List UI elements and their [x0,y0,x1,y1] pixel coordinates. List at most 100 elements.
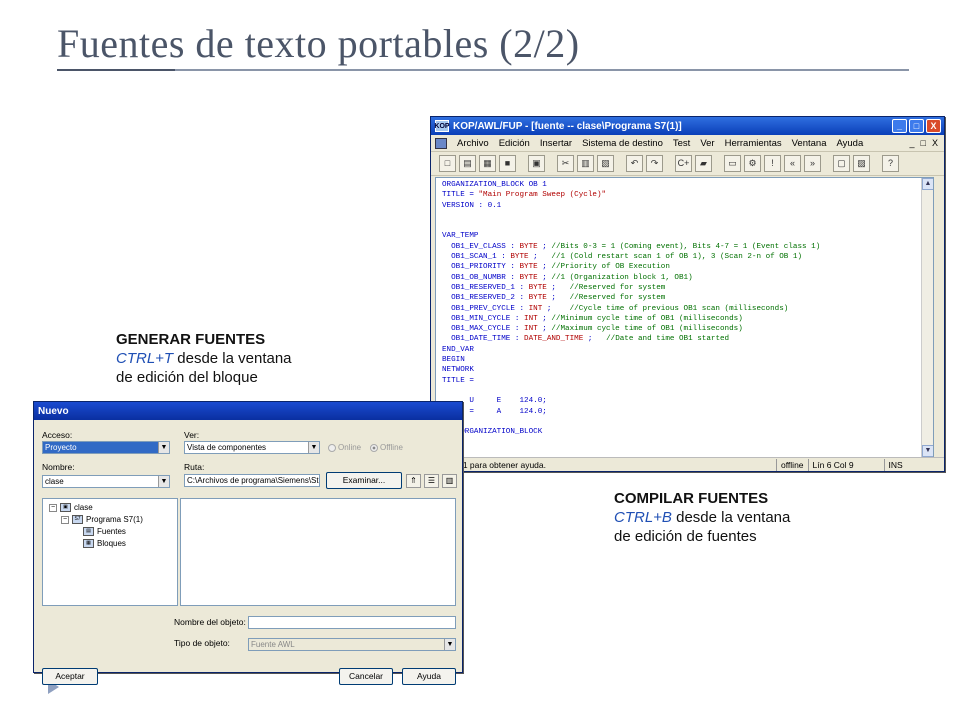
doc-minimize-button[interactable]: _ [910,138,915,148]
code-line: OB1_EV_CLASS : BYTE ; //Bits 0-3 = 1 (Co… [442,242,933,252]
project-tree[interactable]: − ▣ clase − S7 Programa S7(1) ▤ Fuentes … [42,498,178,606]
maximize-button[interactable]: □ [909,119,924,133]
code-line: OB1_SCAN_1 : BYTE ; //1 (Cold restart sc… [442,252,933,262]
menu-edicion[interactable]: Edición [499,138,530,149]
menu-ayuda[interactable]: Ayuda [836,138,863,149]
ruta-field[interactable]: C:\Archivos de programa\Siemens\Ste [184,474,320,487]
document-icon[interactable] [435,137,447,149]
offline-label: Offline [380,443,403,452]
compile-icon[interactable]: C+ [675,155,692,172]
find-icon[interactable]: ▦ [479,155,496,172]
skip-icon[interactable]: ! [764,155,781,172]
nombre-objeto-label: Nombre del objeto: [174,617,246,627]
tree-item-fuentes[interactable]: ▤ Fuentes [83,527,126,536]
ver-label: Ver: [184,430,200,440]
close-button[interactable]: X [926,119,941,133]
menu-ver[interactable]: Ver [700,138,714,149]
chevron-down-icon[interactable]: ▼ [158,476,169,487]
details-view-icon[interactable]: ▥ [442,474,457,488]
minimize-button[interactable]: _ [892,119,907,133]
redo-icon[interactable]: ↷ [646,155,663,172]
collapse-icon[interactable]: − [61,515,69,524]
help-icon[interactable]: ? [882,155,899,172]
tree-label: Bloques [97,539,126,548]
cancelar-button[interactable]: Cancelar [339,668,393,685]
dialog-titlebar[interactable]: Nuevo [34,402,462,420]
code-token: VERSION : 0.1 [442,201,502,210]
open-icon[interactable]: ▤ [459,155,476,172]
caption-text: de edición de fuentes [614,528,757,545]
online-radio[interactable]: Online [328,443,361,452]
prev-icon[interactable]: « [784,155,801,172]
caption-heading: GENERAR FUENTES [116,331,266,348]
doc-close-button[interactable]: X [932,138,938,148]
chevron-down-icon[interactable]: ▼ [308,442,319,453]
vertical-scrollbar[interactable]: ▲ ▼ [921,178,933,457]
code-token: INT [524,314,538,323]
code-token: //Bits 0-3 = 1 (Coming event), Bits 4-7 … [551,242,821,251]
offline-radio[interactable]: Offline [370,443,403,452]
menu-archivo[interactable]: Archivo [457,138,489,149]
tree-label: Programa S7(1) [86,515,143,524]
undo-icon[interactable]: ↶ [626,155,643,172]
menu-sistema-de-destino[interactable]: Sistema de destino [582,138,663,149]
nombre-select[interactable]: clase ▼ [42,475,170,488]
tipo-objeto-select[interactable]: Fuente AWL ▼ [248,638,456,651]
code-token: TITLE = [442,376,474,385]
tree-label: Fuentes [97,527,126,536]
monitor-icon[interactable]: ⚙ [744,155,761,172]
source-code: ORGANIZATION_BLOCK OB 1 TITLE = "Main Pro… [436,178,933,437]
tree-item-programa[interactable]: − S7 Programa S7(1) [61,515,143,524]
chevron-down-icon[interactable]: ▼ [444,639,455,650]
save-icon[interactable]: ■ [499,155,516,172]
download-icon[interactable]: ▰ [695,155,712,172]
menu-ventana[interactable]: Ventana [792,138,827,149]
block-icon[interactable]: ▭ [724,155,741,172]
examinar-button[interactable]: Examinar... [326,472,402,489]
code-token: BYTE [519,242,538,251]
editor-titlebar[interactable]: KOP KOP/AWL/FUP - [fuente -- clase\Progr… [431,117,944,135]
status-help: Pulse F1 para obtener ayuda. [434,459,546,470]
copy-icon[interactable]: ▥ [577,155,594,172]
nombre-objeto-input[interactable] [248,616,456,629]
aceptar-button[interactable]: Aceptar [42,668,98,685]
tree-item-clase[interactable]: − ▣ clase [49,503,93,512]
ayuda-button[interactable]: Ayuda [402,668,456,685]
list-view-icon[interactable]: ☰ [424,474,439,488]
radio-checked-icon [370,443,378,452]
view2-icon[interactable]: ▨ [853,155,870,172]
menu-insertar[interactable]: Insertar [540,138,572,149]
acceso-select[interactable]: Proyecto ▼ [42,441,170,454]
code-line: ORGANIZATION_BLOCK OB 1 [442,180,933,190]
status-insert: INS [883,458,907,471]
scroll-up-icon[interactable]: ▲ [922,178,933,190]
tree-item-bloques[interactable]: ▦ Bloques [83,539,126,548]
code-line: BEGIN [442,355,933,365]
menu-herramientas[interactable]: Herramientas [725,138,782,149]
caption-heading: COMPILAR FUENTES [614,490,769,507]
doc-restore-button[interactable]: □ [921,138,926,148]
s7-program-icon: S7 [72,515,83,524]
content-list[interactable] [180,498,456,606]
code-line: OB1_PRIORITY : BYTE ; //Priority of OB E… [442,262,933,272]
collapse-icon[interactable]: − [49,503,57,512]
scroll-down-icon[interactable]: ▼ [922,445,933,457]
code-token: OB1_OB_NUMBR : [442,273,520,282]
code-token: ; [537,242,552,251]
menu-test[interactable]: Test [673,138,690,149]
folder-up-icon[interactable]: ⇑ [406,474,421,488]
ver-select[interactable]: Vista de componentes ▼ [184,441,320,454]
code-token: BEGIN [442,356,465,365]
cut-icon[interactable]: ✂ [557,155,574,172]
chevron-down-icon[interactable]: ▼ [158,442,169,453]
code-token: INT [524,325,538,334]
view1-icon[interactable]: ▢ [833,155,850,172]
title-underline [57,69,909,71]
acceso-label: Acceso: [42,430,73,440]
code-token: OB1_MAX_CYCLE : [442,325,525,334]
source-code-editor[interactable]: ORGANIZATION_BLOCK OB 1 TITLE = "Main Pro… [435,177,934,458]
next-icon[interactable]: » [804,155,821,172]
paste-icon[interactable]: ▧ [597,155,614,172]
new-icon[interactable]: □ [439,155,456,172]
print-icon[interactable]: ▣ [528,155,545,172]
